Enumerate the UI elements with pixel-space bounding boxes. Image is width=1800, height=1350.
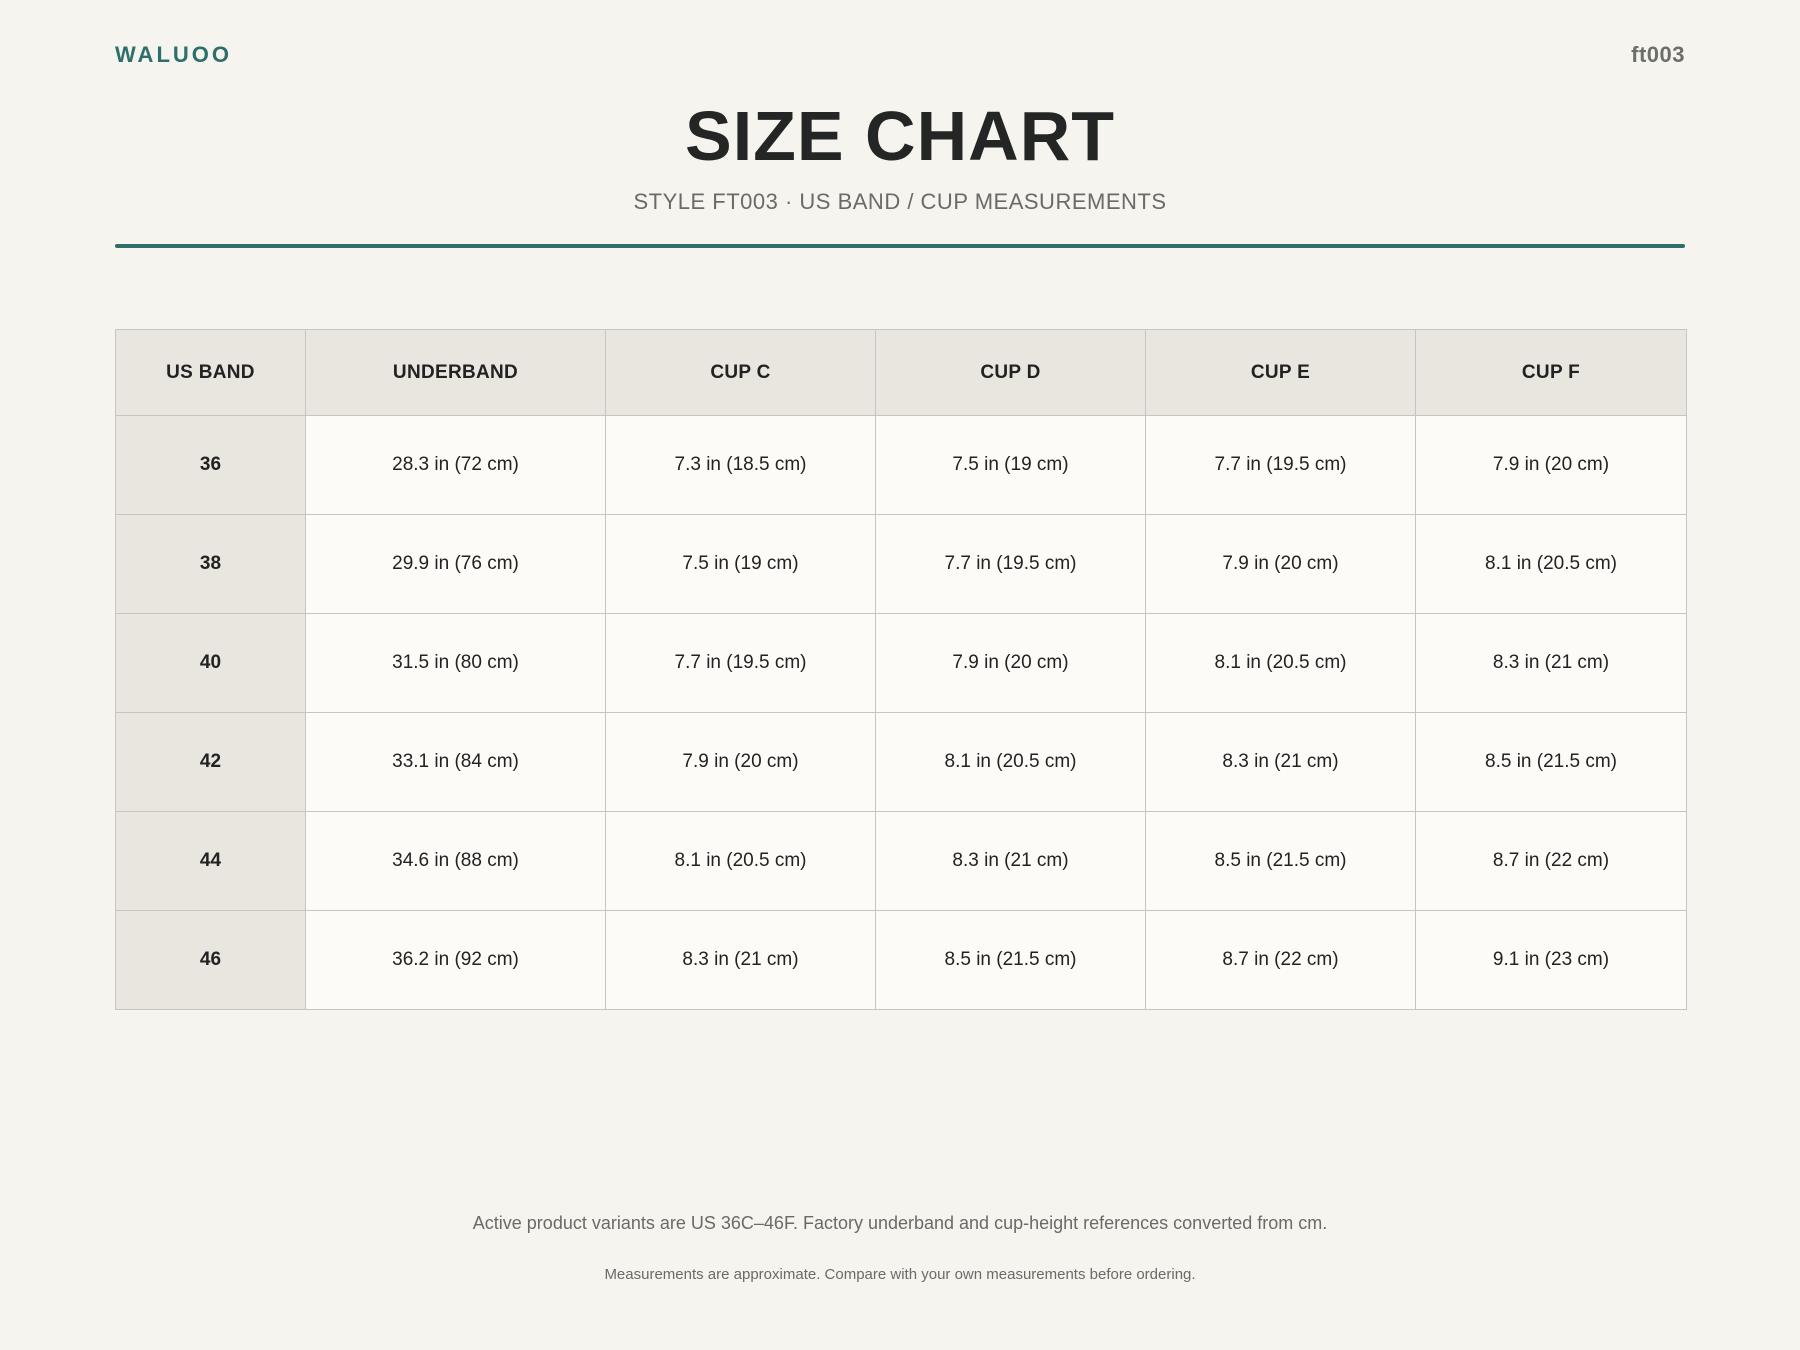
cup-d-cell: 8.1 in (20.5 cm) — [875, 712, 1146, 812]
cup-e-cell: 8.5 in (21.5 cm) — [1145, 811, 1416, 911]
cup-c-cell: 8.3 in (21 cm) — [605, 910, 876, 1010]
table-row: 36 28.3 in (72 cm) 7.3 in (18.5 cm) 7.5 … — [115, 415, 1687, 515]
band-cell: 40 — [115, 613, 306, 713]
band-cell: 46 — [115, 910, 306, 1010]
underband-cell: 29.9 in (76 cm) — [305, 514, 606, 614]
column-header-cup-d: CUP D — [875, 329, 1146, 416]
underband-cell: 33.1 in (84 cm) — [305, 712, 606, 812]
table-row: 40 31.5 in (80 cm) 7.7 in (19.5 cm) 7.9 … — [115, 613, 1687, 713]
cup-c-cell: 7.9 in (20 cm) — [605, 712, 876, 812]
table-row: 44 34.6 in (88 cm) 8.1 in (20.5 cm) 8.3 … — [115, 811, 1687, 911]
title-divider — [115, 244, 1685, 248]
cup-e-cell: 7.9 in (20 cm) — [1145, 514, 1416, 614]
cup-d-cell: 8.5 in (21.5 cm) — [875, 910, 1146, 1010]
column-header-cup-f: CUP F — [1415, 329, 1687, 416]
cup-c-cell: 7.3 in (18.5 cm) — [605, 415, 876, 515]
cup-d-cell: 7.7 in (19.5 cm) — [875, 514, 1146, 614]
band-cell: 44 — [115, 811, 306, 911]
table-row: 42 33.1 in (84 cm) 7.9 in (20 cm) 8.1 in… — [115, 712, 1687, 812]
variants-note: Active product variants are US 36C–46F. … — [472, 1213, 1328, 1233]
cup-e-cell: 8.1 in (20.5 cm) — [1145, 613, 1416, 713]
band-cell: 42 — [115, 712, 306, 812]
page-title: SIZE CHART — [685, 97, 1115, 175]
table-row: 38 29.9 in (76 cm) 7.5 in (19 cm) 7.7 in… — [115, 514, 1687, 614]
cup-f-cell: 8.5 in (21.5 cm) — [1415, 712, 1687, 812]
cup-f-cell: 8.1 in (20.5 cm) — [1415, 514, 1687, 614]
table-row: 46 36.2 in (92 cm) 8.3 in (21 cm) 8.5 in… — [115, 910, 1687, 1010]
cup-d-cell: 7.5 in (19 cm) — [875, 415, 1146, 515]
cup-d-cell: 7.9 in (20 cm) — [875, 613, 1146, 713]
cup-e-cell: 7.7 in (19.5 cm) — [1145, 415, 1416, 515]
cup-c-cell: 7.7 in (19.5 cm) — [605, 613, 876, 713]
band-cell: 38 — [115, 514, 306, 614]
column-header-underband: UNDERBAND — [305, 329, 606, 416]
page-subtitle: STYLE FT003 · US BAND / CUP MEASUREMENTS — [633, 189, 1167, 214]
band-cell: 36 — [115, 415, 306, 515]
size-table: US BAND UNDERBAND CUP C CUP D CUP E CUP … — [115, 329, 1687, 1010]
underband-cell: 34.6 in (88 cm) — [305, 811, 606, 911]
cup-c-cell: 7.5 in (19 cm) — [605, 514, 876, 614]
measurement-disclaimer: Measurements are approximate. Compare wi… — [604, 1266, 1196, 1283]
style-code: ft003 — [1631, 42, 1685, 67]
cup-e-cell: 8.7 in (22 cm) — [1145, 910, 1416, 1010]
cup-f-cell: 8.3 in (21 cm) — [1415, 613, 1687, 713]
underband-cell: 36.2 in (92 cm) — [305, 910, 606, 1010]
underband-cell: 31.5 in (80 cm) — [305, 613, 606, 713]
cup-e-cell: 8.3 in (21 cm) — [1145, 712, 1416, 812]
cup-f-cell: 9.1 in (23 cm) — [1415, 910, 1687, 1010]
cup-f-cell: 7.9 in (20 cm) — [1415, 415, 1687, 515]
underband-cell: 28.3 in (72 cm) — [305, 415, 606, 515]
cup-d-cell: 8.3 in (21 cm) — [875, 811, 1146, 911]
column-header-cup-c: CUP C — [605, 329, 876, 416]
cup-f-cell: 8.7 in (22 cm) — [1415, 811, 1687, 911]
column-header-us-band: US BAND — [115, 329, 306, 416]
cup-c-cell: 8.1 in (20.5 cm) — [605, 811, 876, 911]
brand-logo: WALUOO — [115, 42, 232, 67]
column-header-cup-e: CUP E — [1145, 329, 1416, 416]
table-header-row: US BAND UNDERBAND CUP C CUP D CUP E CUP … — [115, 329, 1687, 416]
